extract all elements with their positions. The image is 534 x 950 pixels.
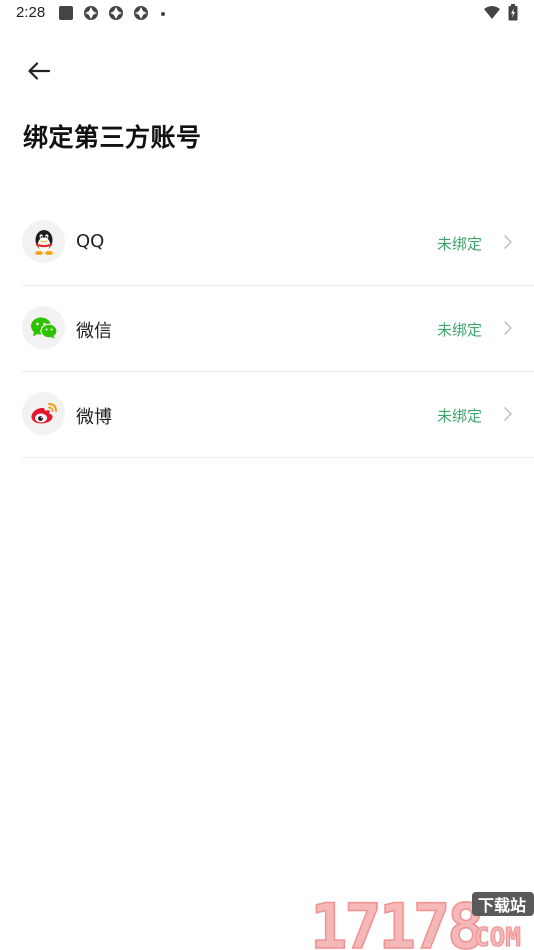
sync-notification-icon [134, 6, 148, 20]
bind-status: 未绑定 [436, 235, 482, 253]
chevron-right-icon [504, 407, 512, 421]
wifi-icon [484, 6, 500, 19]
qq-icon [34, 229, 53, 255]
bind-status: 未绑定 [436, 407, 482, 425]
wechat-icon [30, 317, 58, 339]
screen: 2:28 绑定第三方账号 QQ 未绑定 微信 未绑定 微博 未绑定 17178 … [0, 0, 534, 950]
site-watermark-logo: 17178 下载站 COM [310, 889, 534, 950]
status-bar: 2:28 [0, 0, 534, 28]
account-icon-bg [22, 306, 65, 349]
account-row-qq[interactable]: QQ 未绑定 [22, 200, 534, 286]
account-icon-bg [22, 220, 65, 263]
account-name: 微博 [76, 407, 112, 428]
more-notifications-icon [161, 12, 165, 16]
account-name: QQ [76, 231, 105, 252]
page-title: 绑定第三方账号 [23, 123, 202, 152]
watermark-tag: 下载站 [478, 896, 526, 915]
battery-icon [508, 4, 518, 21]
account-name: 微信 [76, 321, 112, 342]
chevron-right-icon [504, 321, 512, 335]
app-notification-icon [59, 6, 73, 20]
sync-notification-icon [109, 6, 123, 20]
account-row-wechat[interactable]: 微信 未绑定 [22, 286, 534, 372]
sync-notification-icon [84, 6, 98, 20]
weibo-icon [30, 402, 57, 423]
arrow-left-icon [28, 62, 51, 80]
account-row-weibo[interactable]: 微博 未绑定 [22, 372, 534, 458]
account-list: QQ 未绑定 微信 未绑定 微博 未绑定 [22, 200, 534, 458]
status-time: 2:28 [16, 4, 46, 21]
chevron-right-icon [504, 235, 512, 249]
back-button[interactable] [22, 56, 56, 86]
bind-status: 未绑定 [436, 321, 482, 339]
watermark-number: 17178 [310, 890, 482, 950]
account-icon-bg [22, 392, 65, 435]
watermark-domain: COM [474, 923, 521, 950]
